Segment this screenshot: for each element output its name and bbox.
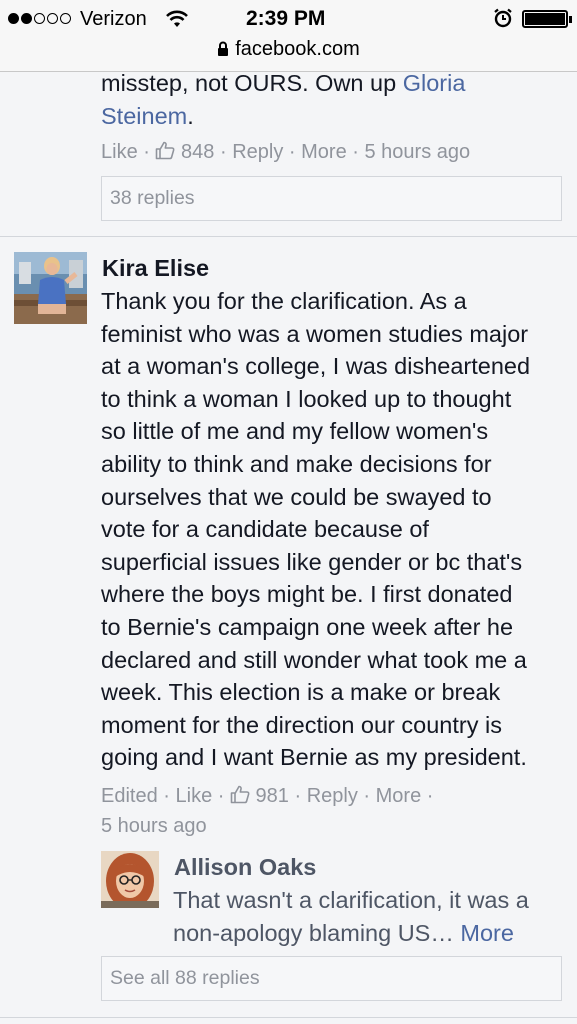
comment-line: to Bernie's campaign one week after he [101, 613, 514, 640]
comment-divider [0, 236, 577, 237]
comment-line: where the boys might be. I first donated [101, 581, 513, 608]
kira-comment-actions: Edited · Like · 981 · Reply · More · 5 h… [101, 785, 434, 837]
see-all-replies-label: See all 88 replies [110, 967, 260, 989]
reply-link[interactable]: Reply [232, 141, 283, 163]
reply-line-text: non-apology blaming US… [173, 919, 461, 946]
comment-line: at a woman's college, I was disheartened [101, 353, 531, 380]
like-count: 981 [255, 785, 289, 807]
replies-count-label: 38 replies [110, 187, 195, 209]
comment-line: ability to think and make decisions for [101, 450, 492, 477]
top-comment-end: . [187, 102, 194, 129]
comment-author[interactable]: Kira Elise [102, 255, 209, 282]
like-link[interactable]: Like [101, 141, 138, 163]
signal-strength-icon [8, 13, 71, 24]
carrier-name: Verizon [80, 8, 147, 30]
reply-line: That wasn't a clarification, it was a [173, 887, 529, 913]
reply-author[interactable]: Allison Oaks [174, 854, 316, 881]
comment-line: vote for a candidate because of [101, 516, 429, 543]
comment-line: Thank you for the clarification. As a [101, 288, 467, 314]
top-comment-actions: Like · 848 · Reply · More · 5 hours ago [101, 141, 471, 163]
alarm-clock-icon [494, 8, 512, 28]
like-count: 848 [181, 141, 215, 163]
battery-icon [522, 10, 572, 28]
top-comment-text: misstep, not OURS. Own up Gloria Steinem… [101, 67, 561, 132]
thumbs-up-icon [156, 141, 175, 160]
comment-line: week. This election is a make or break [101, 679, 501, 706]
thumbs-up-icon [230, 785, 250, 804]
see-all-replies-button[interactable]: See all 88 replies [101, 956, 562, 1001]
kira-comment-body: Thank you for the clarification. As a fe… [101, 285, 571, 774]
comment-line: feminist who was a women studies major [101, 320, 529, 347]
comment-divider [0, 1017, 577, 1018]
top-comment-body: misstep, not OURS. Own up [101, 70, 403, 96]
reply-avatar[interactable] [101, 851, 159, 908]
timestamp: 5 hours ago [101, 815, 207, 837]
more-link[interactable]: More [301, 141, 347, 163]
comment-line: so little of me and my fellow women's [101, 418, 489, 445]
comment-line: superficial issues like gender or bc tha… [101, 548, 523, 575]
comment-line: moment for the direction our country is [101, 711, 502, 738]
reply-link[interactable]: Reply [307, 785, 358, 807]
see-more-link[interactable]: More [460, 920, 514, 946]
url-domain: facebook.com [235, 38, 360, 60]
edited-link[interactable]: Edited [101, 785, 158, 807]
avatar[interactable] [14, 252, 87, 324]
more-link[interactable]: More [376, 785, 422, 807]
timestamp: 5 hours ago [364, 141, 471, 163]
wifi-icon [166, 10, 188, 27]
clock: 2:39 PM [246, 7, 326, 30]
reply-line: non-apology blaming US… More [173, 917, 573, 950]
like-link[interactable]: Like [176, 785, 213, 807]
comment-line: going and I want Bernie as my president. [101, 744, 527, 771]
view-replies-button[interactable]: 38 replies [101, 176, 562, 221]
status-bar: Verizon 2:39 PM [0, 0, 577, 38]
comment-line: to think a woman I looked up to thought [101, 385, 512, 412]
reply-body: That wasn't a clarification, it was a no… [173, 884, 573, 949]
lock-icon [218, 41, 229, 56]
comment-line: declared and still wonder what took me a [101, 646, 527, 673]
comment-line: ourselves that we could be swayed to [101, 483, 492, 510]
